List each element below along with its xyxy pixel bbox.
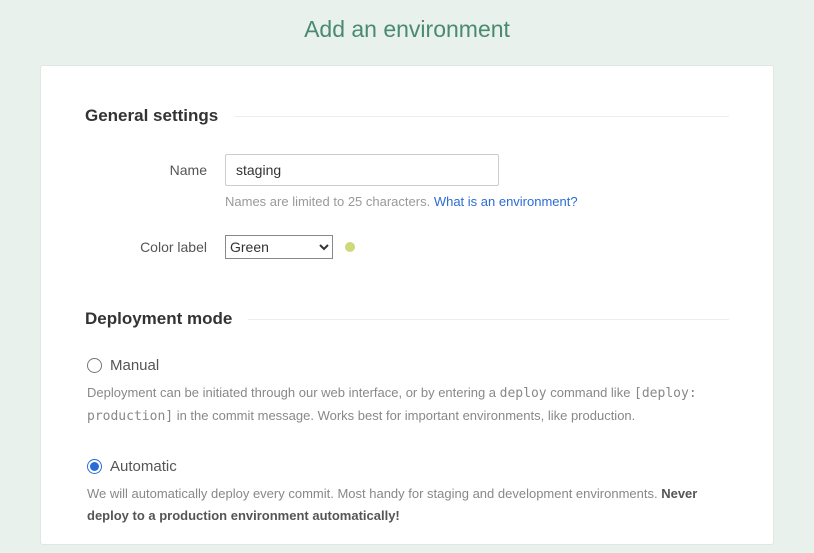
name-input[interactable] — [225, 154, 499, 186]
color-select[interactable]: Green — [225, 235, 333, 259]
code-deploy: deploy — [500, 386, 547, 401]
section-deployment-header: Deployment mode — [85, 309, 729, 329]
section-general-header: General settings — [85, 106, 729, 126]
settings-card: General settings Name Names are limited … — [40, 65, 774, 545]
divider — [234, 116, 729, 117]
automatic-radio[interactable] — [87, 459, 102, 474]
color-swatch-icon — [345, 242, 355, 252]
divider — [248, 319, 729, 320]
deployment-automatic-item: Automatic We will automatically deploy e… — [87, 458, 729, 527]
manual-label[interactable]: Manual — [110, 357, 159, 374]
automatic-description: We will automatically deploy every commi… — [87, 483, 729, 527]
deployment-mode-group: Manual Deployment can be initiated throu… — [87, 357, 729, 527]
name-label: Name — [85, 162, 225, 178]
color-label: Color label — [85, 239, 225, 255]
color-row: Color label Green — [85, 235, 729, 259]
deployment-manual-item: Manual Deployment can be initiated throu… — [87, 357, 729, 428]
manual-description: Deployment can be initiated through our … — [87, 382, 729, 428]
section-deployment-heading: Deployment mode — [85, 309, 232, 329]
page-title: Add an environment — [0, 0, 814, 65]
section-general-heading: General settings — [85, 106, 218, 126]
automatic-label[interactable]: Automatic — [110, 458, 177, 475]
manual-radio[interactable] — [87, 358, 102, 373]
name-hint: Names are limited to 25 characters. What… — [225, 194, 729, 209]
what-is-env-link[interactable]: What is an environment? — [434, 194, 578, 209]
name-row: Name — [85, 154, 729, 186]
name-hint-text: Names are limited to 25 characters. — [225, 194, 434, 209]
